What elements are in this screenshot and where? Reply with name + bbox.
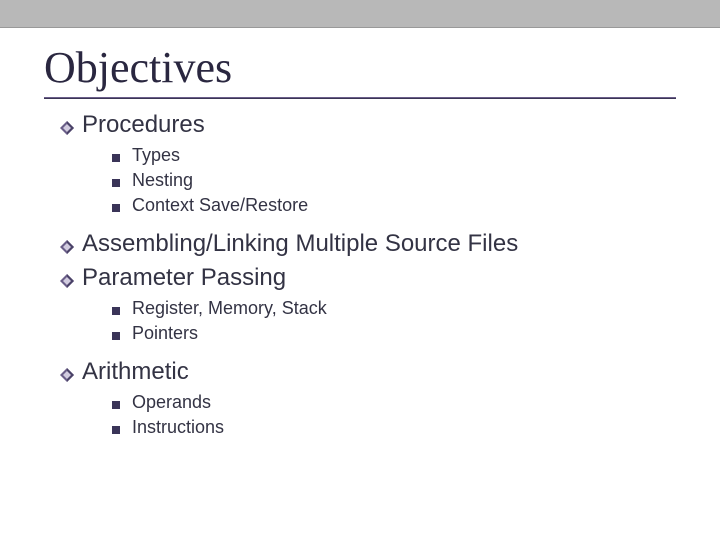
square-bullet-icon bbox=[112, 204, 120, 212]
square-bullet-icon bbox=[112, 307, 120, 315]
subitem-label: Register, Memory, Stack bbox=[132, 298, 327, 319]
list-item: Operands bbox=[112, 392, 676, 413]
list-item: Context Save/Restore bbox=[112, 195, 676, 216]
slide-title: Objectives bbox=[44, 42, 676, 93]
diamond-bullet-icon bbox=[60, 240, 74, 254]
item-label: Procedures bbox=[82, 111, 205, 139]
list-item: Assembling/Linking Multiple Source Files bbox=[60, 230, 676, 258]
list-item: Register, Memory, Stack bbox=[112, 298, 676, 319]
square-bullet-icon bbox=[112, 154, 120, 162]
subitem-label: Context Save/Restore bbox=[132, 195, 308, 216]
list-item: Pointers bbox=[112, 323, 676, 344]
title-underline bbox=[44, 97, 676, 99]
title-bar-placeholder bbox=[0, 0, 720, 28]
square-bullet-icon bbox=[112, 179, 120, 187]
square-bullet-icon bbox=[112, 426, 120, 434]
diamond-bullet-icon bbox=[60, 368, 74, 382]
sublist: Register, Memory, Stack Pointers bbox=[60, 294, 676, 352]
list-item: Arithmetic bbox=[60, 358, 676, 386]
item-label: Assembling/Linking Multiple Source Files bbox=[82, 230, 518, 258]
diamond-bullet-icon bbox=[60, 121, 74, 135]
sublist: Types Nesting Context Save/Restore bbox=[60, 141, 676, 224]
list-item: Instructions bbox=[112, 417, 676, 438]
square-bullet-icon bbox=[112, 401, 120, 409]
square-bullet-icon bbox=[112, 332, 120, 340]
content-area: Procedures Types Nesting Context Save/Re… bbox=[44, 111, 676, 446]
sublist: Operands Instructions bbox=[60, 388, 676, 446]
subitem-label: Types bbox=[132, 145, 180, 166]
subitem-label: Pointers bbox=[132, 323, 198, 344]
subitem-label: Instructions bbox=[132, 417, 224, 438]
list-item: Nesting bbox=[112, 170, 676, 191]
diamond-bullet-icon bbox=[60, 274, 74, 288]
item-label: Arithmetic bbox=[82, 358, 189, 386]
list-item: Types bbox=[112, 145, 676, 166]
subitem-label: Operands bbox=[132, 392, 211, 413]
subitem-label: Nesting bbox=[132, 170, 193, 191]
item-label: Parameter Passing bbox=[82, 264, 286, 292]
list-item: Procedures bbox=[60, 111, 676, 139]
list-item: Parameter Passing bbox=[60, 264, 676, 292]
slide-body: Objectives Procedures Types Nesting Cont… bbox=[0, 28, 720, 446]
